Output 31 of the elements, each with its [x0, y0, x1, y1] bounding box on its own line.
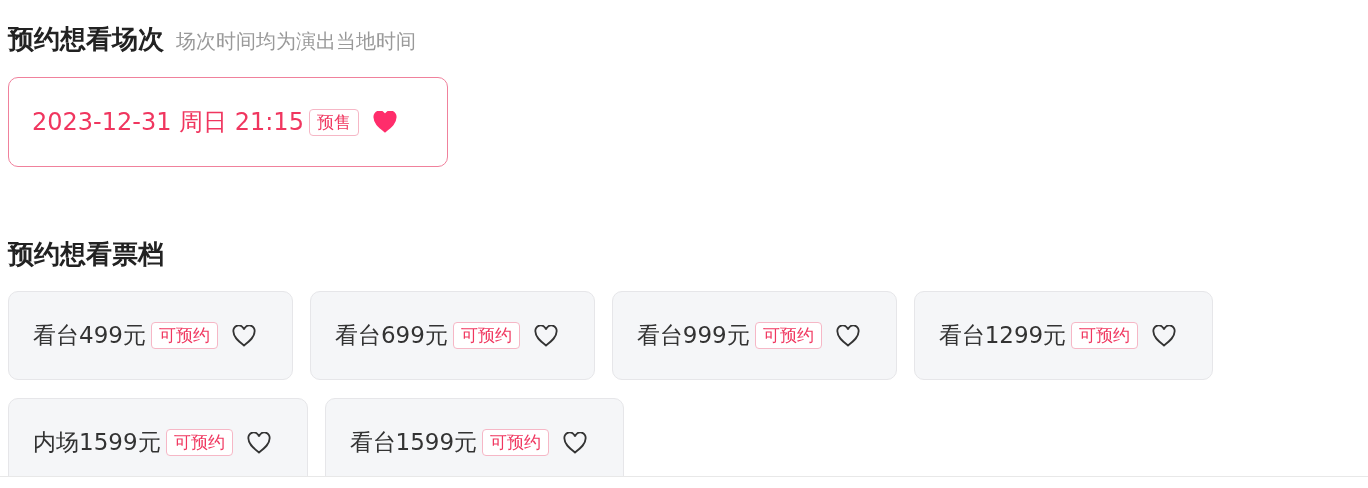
ticket-label: 看台699元 [334, 321, 448, 350]
ticket-label: 看台499元 [33, 321, 146, 350]
section-title: 预约想看场次 [8, 23, 164, 56]
heart-icon [533, 324, 558, 347]
ticket-option[interactable]: 看台699元 可预约 [309, 291, 595, 380]
status-tag: 可预约 [482, 429, 550, 456]
heart-icon [835, 324, 860, 347]
session-label: 2023-12-31 周日 21:15 [32, 107, 304, 138]
status-tag: 可预约 [754, 322, 822, 349]
ticket-label: 内场1599元 [33, 428, 161, 457]
presale-tag: 预售 [308, 108, 359, 136]
heart-icon [1152, 324, 1177, 347]
ticket-option[interactable]: 看台999元 可预约 [611, 291, 897, 380]
status-tag: 可预约 [165, 429, 233, 456]
ticket-option[interactable]: 看台1599元 可预约 [324, 398, 625, 476]
ticket-option[interactable]: 看台499元 可预约 [8, 291, 293, 380]
status-tag: 可预约 [452, 322, 520, 349]
heart-icon [231, 324, 256, 347]
heart-icon [372, 111, 397, 133]
ticket-label: 看台1599元 [349, 428, 478, 457]
status-tag: 可预约 [150, 322, 218, 349]
heart-icon [563, 431, 588, 454]
ticket-label: 看台1299元 [938, 321, 1067, 350]
ticket-option[interactable]: 内场1599元 可预约 [8, 398, 308, 476]
session-option[interactable]: 2023-12-31 周日 21:15 预售 [8, 77, 448, 167]
ticket-label: 看台999元 [636, 321, 750, 350]
ticket-option[interactable]: 看台1299元 可预约 [913, 291, 1214, 380]
heart-icon [246, 431, 271, 454]
section-note: 场次时间均为演出当地时间 [176, 28, 416, 55]
status-tag: 可预约 [1071, 322, 1139, 349]
section-title: 预约想看票档 [8, 238, 164, 271]
